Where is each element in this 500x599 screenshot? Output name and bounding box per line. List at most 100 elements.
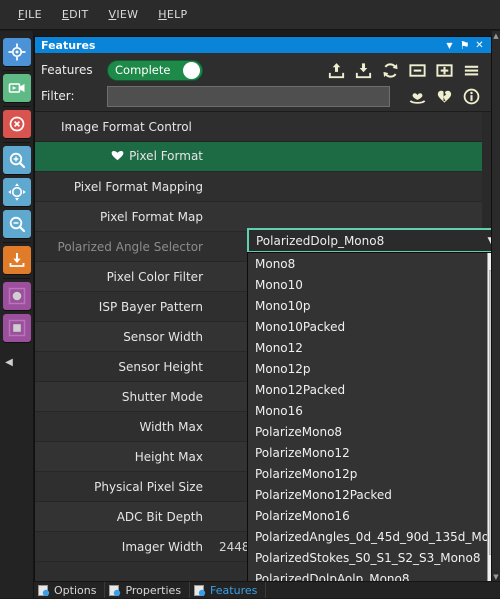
- tab-page-icon: [109, 584, 121, 596]
- record-circle-icon[interactable]: [2, 282, 31, 310]
- record-circle-glyph: [8, 287, 25, 305]
- feature-row-label-text: Sensor Height: [118, 359, 203, 374]
- menu-item-view[interactable]: VIEW: [98, 4, 148, 25]
- dropdown-option[interactable]: PolarizedDolpAolp_Mono8: [248, 569, 487, 581]
- dropdown-option[interactable]: PolarizeMono8: [248, 422, 487, 443]
- dropdown-scrollbar[interactable]: ▲ ▼: [487, 253, 491, 581]
- pixel-format-dropdown[interactable]: Mono8 Mono10 Mono10p Mono10Packed Mono12 Mono…: [247, 252, 491, 581]
- menu-item-file[interactable]: FILE: [8, 4, 52, 25]
- feature-row-label: Pixel Color Filter: [35, 270, 211, 284]
- dropdown-option[interactable]: PolarizeMono12p: [248, 464, 487, 485]
- tree-group-image-format-control[interactable]: ⌄ Image Format Control: [35, 112, 482, 142]
- dropdown-option[interactable]: Mono12Packed: [248, 380, 487, 401]
- menu-item-help[interactable]: HELP: [148, 4, 197, 25]
- feature-row-label-text: Imager Width: [121, 539, 203, 554]
- collapse-menu-icon[interactable]: ▼: [442, 38, 457, 52]
- dropdown-option[interactable]: Mono10Packed: [248, 317, 487, 338]
- menu-item-edit[interactable]: EDIT: [52, 4, 99, 25]
- table-row[interactable]: Pixel Format Mapping: [35, 172, 482, 202]
- target-focus-icon[interactable]: [2, 38, 31, 66]
- feature-row-label-text: ADC Bit Depth: [116, 509, 203, 524]
- upload-icon[interactable]: [323, 59, 350, 81]
- dropdown-option[interactable]: PolarizeMono12Packed: [248, 485, 487, 506]
- refresh-icon[interactable]: [377, 59, 404, 81]
- cancel-circle-icon[interactable]: [2, 110, 31, 138]
- close-icon[interactable]: ✕: [472, 38, 487, 52]
- save-image-icon[interactable]: [2, 246, 31, 274]
- collapse-all-icon[interactable]: [404, 59, 431, 81]
- tab-properties[interactable]: Properties: [105, 582, 191, 598]
- features-tree: ⌄ Image Format Control Pixel Format Pixel F…: [35, 111, 491, 581]
- dropdown-option[interactable]: PolarizedStokes_S0_S1_S2_S3_Mono8: [248, 548, 487, 569]
- sidebar-divider: [3, 242, 30, 243]
- table-row[interactable]: Pixel Format: [35, 142, 482, 172]
- dropdown-option[interactable]: PolarizedAngles_0d_45d_90d_135d_Mono8: [248, 527, 487, 548]
- tab-features[interactable]: Features: [190, 582, 267, 598]
- feature-row-label: Physical Pixel Size: [35, 480, 211, 494]
- favorite-add-icon[interactable]: [404, 85, 431, 107]
- dropdown-option[interactable]: Mono8: [248, 254, 487, 275]
- pan-move-glyph: [7, 183, 26, 201]
- complete-toggle[interactable]: Complete: [107, 59, 203, 81]
- favorite-add-glyph: [409, 92, 426, 104]
- feature-row-label-text: Pixel Color Filter: [106, 269, 203, 284]
- menu-mnemonic: F: [18, 8, 25, 21]
- pixel-format-combobox-value: PolarizedDolp_Mono8: [256, 233, 385, 248]
- dropdown-option[interactable]: Mono12: [248, 338, 487, 359]
- chevron-down-icon[interactable]: ⌄: [65, 122, 73, 132]
- scroll-up-arrow-icon[interactable]: ▲: [488, 253, 491, 268]
- dropdown-option[interactable]: PolarizeMono16: [248, 506, 487, 527]
- chevron-down-icon[interactable]: ▼: [484, 236, 491, 246]
- sidebar-divider: [3, 70, 30, 71]
- heart-icon[interactable]: [111, 149, 124, 164]
- hamburger-menu-icon[interactable]: [458, 59, 485, 81]
- info-glyph: [463, 88, 480, 104]
- zoom-out-icon[interactable]: [2, 210, 31, 238]
- filter-label: Filter:: [41, 89, 75, 103]
- info-icon[interactable]: [458, 85, 485, 107]
- feature-row-label: Pixel Format Mapping: [35, 180, 211, 194]
- zoom-in-icon[interactable]: [2, 146, 31, 174]
- favorite-remove-glyph: [437, 89, 452, 103]
- tab-page-icon: [38, 584, 50, 596]
- window-scrollbar[interactable]: ▲ ▼: [492, 31, 500, 582]
- menu-mnemonic: H: [158, 8, 167, 21]
- filter-input[interactable]: [107, 85, 390, 107]
- menu-label-rest: ILE: [24, 8, 42, 21]
- complete-toggle-label: Complete: [115, 63, 171, 77]
- dropdown-option[interactable]: Mono12p: [248, 359, 487, 380]
- dropdown-option[interactable]: PolarizeMono12: [248, 443, 487, 464]
- menu-label-rest: IEW: [116, 8, 139, 21]
- stop-square-icon[interactable]: [2, 314, 31, 342]
- tab-options[interactable]: Options: [34, 582, 106, 598]
- collapse-all-glyph: [409, 63, 426, 77]
- pin-icon[interactable]: ⚑: [457, 38, 472, 52]
- toolbar-row-filter: Filter:: [41, 83, 485, 109]
- feature-row-label: Pixel Format: [35, 149, 211, 164]
- pixel-format-dropdown-list: Mono8 Mono10 Mono10p Mono10Packed Mono12 Mono…: [248, 253, 487, 581]
- panel-toolbar: Features Complete Filter:: [35, 53, 491, 111]
- download-icon[interactable]: [350, 59, 377, 81]
- feature-row-label: Imager Width: [35, 540, 211, 554]
- pixel-format-combobox[interactable]: PolarizedDolp_Mono8 ▼: [247, 228, 491, 253]
- video-camera-icon[interactable]: [2, 74, 31, 102]
- dropdown-scrollbar-thumb[interactable]: [489, 270, 491, 555]
- expand-all-glyph: [436, 63, 453, 77]
- favorite-remove-icon[interactable]: [431, 85, 458, 107]
- dropdown-option[interactable]: Mono10p: [248, 296, 487, 317]
- download-glyph: [355, 62, 372, 78]
- feature-row-label-text: Width Max: [139, 419, 204, 434]
- feature-row-label-text: Shutter Mode: [121, 389, 203, 404]
- cancel-circle-glyph: [9, 116, 24, 132]
- zoom-in-glyph: [9, 152, 25, 169]
- dropdown-option[interactable]: Mono16: [248, 401, 487, 422]
- dropdown-option[interactable]: Mono10: [248, 275, 487, 296]
- stop-square-glyph: [8, 319, 25, 337]
- toolbar-row-top: Features Complete: [41, 57, 485, 83]
- expand-all-icon[interactable]: [431, 59, 458, 81]
- sidebar-collapse-arrow[interactable]: ◀: [4, 356, 14, 370]
- feature-row-label-text: Pixel Format Mapping: [73, 179, 203, 194]
- feature-row-label-text: Polarized Angle Selector: [57, 239, 203, 254]
- window-scroll-up-icon[interactable]: ▲: [492, 31, 500, 41]
- pan-move-icon[interactable]: [2, 178, 31, 206]
